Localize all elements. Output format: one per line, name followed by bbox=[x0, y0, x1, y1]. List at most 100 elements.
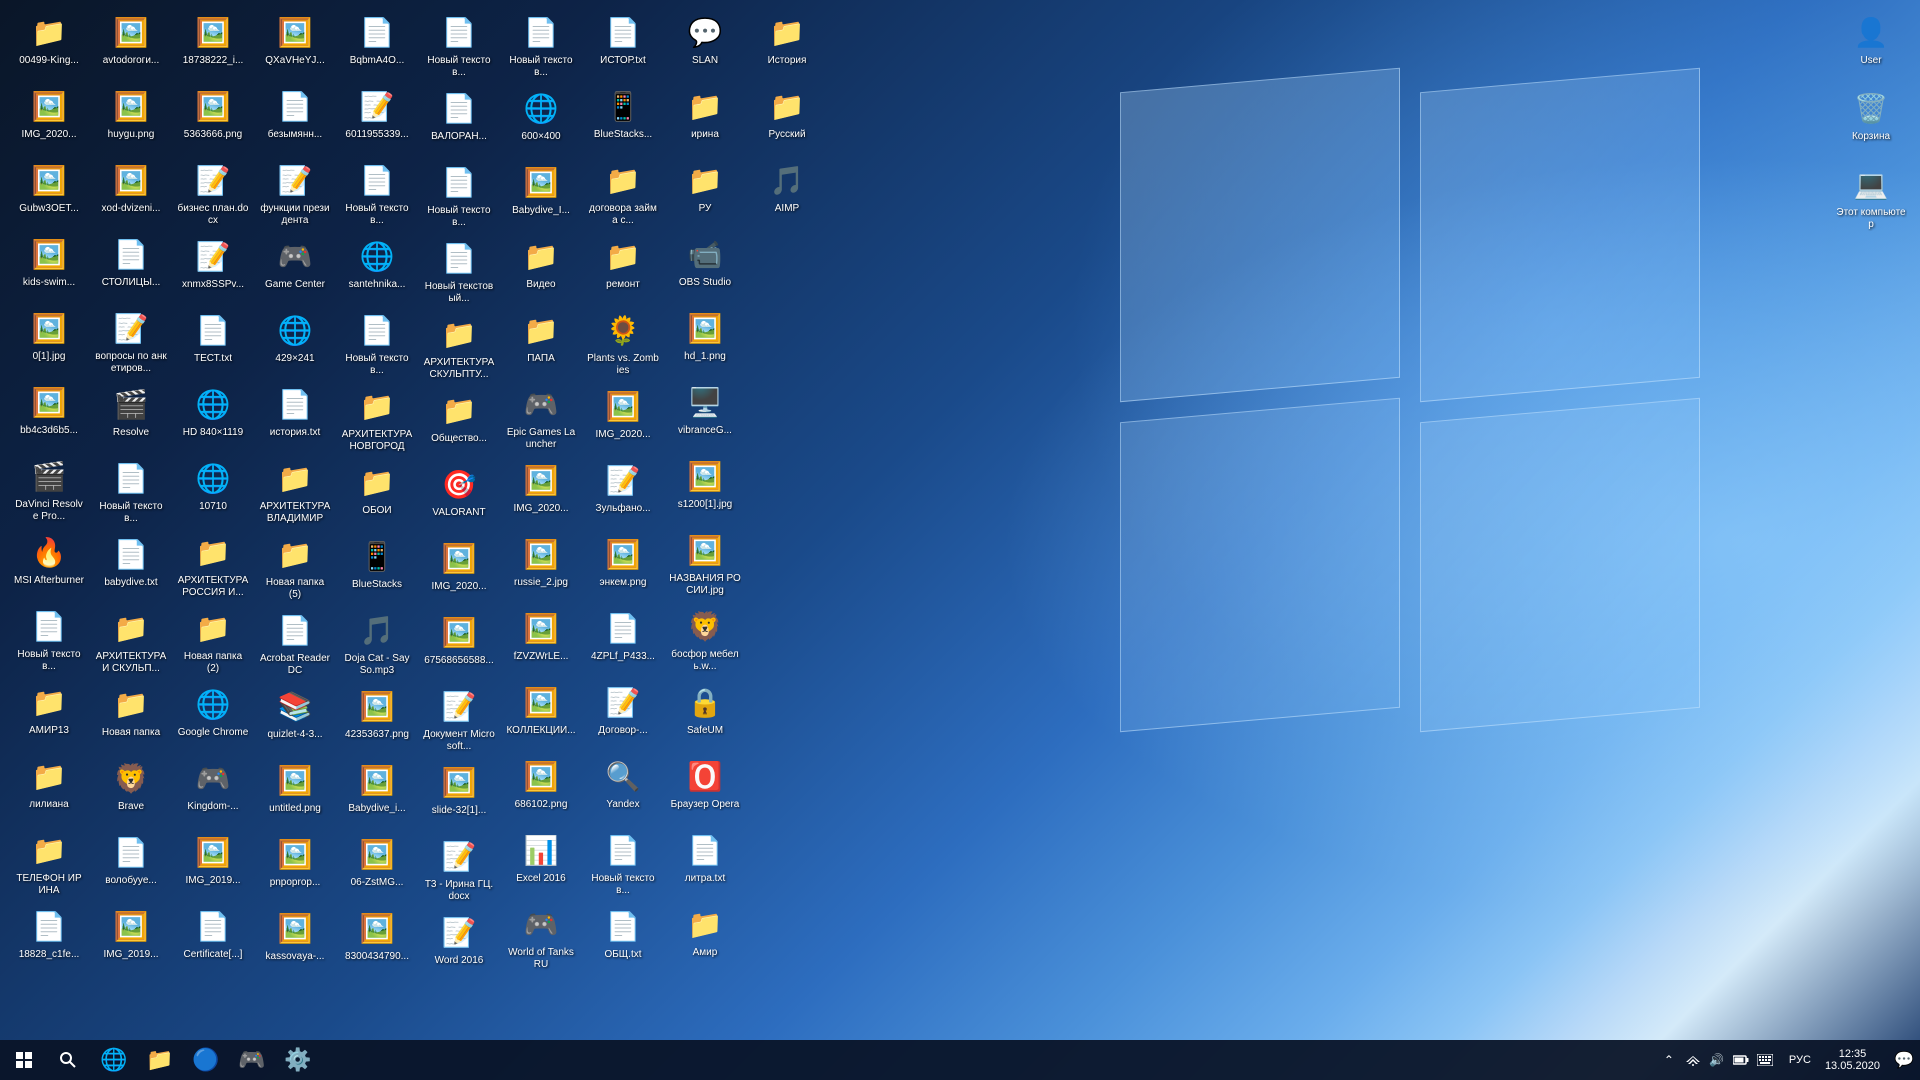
desktop-icon-nazvaniya[interactable]: 🖼️ НАЗВАНИЯ РОСИИ.jpg bbox=[665, 527, 745, 601]
desktop-icon-686102[interactable]: 🖼️ 686102.png bbox=[501, 753, 581, 825]
desktop-icon-ru[interactable]: 📁 РУ bbox=[665, 157, 745, 229]
system-clock[interactable]: 12:35 13.05.2020 bbox=[1817, 1048, 1888, 1072]
desktop-icon-video[interactable]: 📁 Видео bbox=[501, 233, 581, 305]
desktop-icon-8300434790[interactable]: 🖼️ 8300434790... bbox=[337, 905, 417, 977]
desktop-icon-quizlet[interactable]: 📚 quizlet-4-3... bbox=[255, 683, 335, 755]
notification-center[interactable]: 💬 bbox=[1888, 1040, 1920, 1080]
desktop-icon-slide-32[interactable]: 🖼️ slide-32[1]... bbox=[419, 759, 499, 831]
desktop-icon-img_2019_2[interactable]: 🖼️ IMG_2019... bbox=[173, 829, 253, 901]
desktop-icon-dogovor-zaima[interactable]: 📁 договора займа с... bbox=[583, 157, 663, 231]
desktop-icon-arhit-russia[interactable]: 📁 АРХИТЕКТУРА РОССИЯ И... bbox=[173, 529, 253, 603]
desktop-icon-fzvzwrle[interactable]: 🖼️ fZVZWrLE... bbox=[501, 605, 581, 677]
desktop-icon-18828_c1fe[interactable]: 📄 18828_c1fe... bbox=[9, 903, 89, 975]
taskbar-app-explorer[interactable]: 📁 bbox=[138, 1041, 182, 1079]
desktop-icon-telefon-irina[interactable]: 📁 ТЕЛЕФОН ИРИНА bbox=[9, 827, 89, 901]
desktop-icon-67568656588[interactable]: 🖼️ 67568656588... bbox=[419, 609, 499, 681]
desktop-icon-bezimyann[interactable]: 📄 безымянн... bbox=[255, 83, 335, 155]
desktop-icon-davinci[interactable]: 🎬 DaVinci Resolve Pro... bbox=[9, 453, 89, 527]
search-button[interactable] bbox=[48, 1040, 88, 1080]
taskbar-app-steam[interactable]: 🎮 bbox=[230, 1041, 274, 1079]
desktop-icon-t3-irina[interactable]: 📝 Т3 - Ирина ГЦ.docx bbox=[419, 833, 499, 907]
desktop-icon-istoriya-txt[interactable]: 📄 история.txt bbox=[255, 381, 335, 453]
desktop-icon-acrobat-dc[interactable]: 📄 Acrobat Reader DC bbox=[255, 607, 335, 681]
desktop-icon-new-txt-1[interactable]: 📄 Новый текстов... bbox=[9, 603, 89, 677]
desktop-icon-untitled-png[interactable]: 🖼️ untitled.png bbox=[255, 757, 335, 829]
desktop-icon-kassovaya[interactable]: 🖼️ kassovaya-... bbox=[255, 905, 335, 977]
desktop-icon-russie-2[interactable]: 🖼️ russie_2.jpg bbox=[501, 531, 581, 603]
desktop-icon-slan[interactable]: 💬 SLAN bbox=[665, 9, 745, 81]
desktop-icon-4zplf-p433[interactable]: 📄 4ZPLf_P433... bbox=[583, 605, 663, 677]
desktop-icon-kingdom[interactable]: 🎮 Kingdom-... bbox=[173, 755, 253, 827]
desktop-icon-resolve[interactable]: 🎬 Resolve bbox=[91, 381, 171, 453]
desktop-icon-istor-txt[interactable]: 📄 ИСТОР.txt bbox=[583, 9, 663, 81]
desktop-right-icon-korzina[interactable]: 🗑️ Корзина bbox=[1831, 85, 1911, 157]
desktop-icon-new-txt-5[interactable]: 📄 Новый текстов... bbox=[419, 9, 499, 83]
desktop-icon-dogovor[interactable]: 📝 Договор-... bbox=[583, 679, 663, 751]
desktop-icon-pnpoprop[interactable]: 🖼️ pnpoprop... bbox=[255, 831, 335, 903]
desktop-icon-dokument-ms[interactable]: 📝 Документ Microsoft... bbox=[419, 683, 499, 757]
desktop-icon-new-txt-val[interactable]: 📄 Новый текстовый... bbox=[419, 235, 499, 309]
desktop-icon-new-txt-4[interactable]: 📄 Новый текстов... bbox=[337, 307, 417, 381]
desktop-icon-new-folder-2[interactable]: 📁 Новая папка (2) bbox=[173, 605, 253, 679]
desktop-icon-msi-afterburner[interactable]: 🔥 MSI Afterburner bbox=[9, 529, 89, 601]
desktop-icon-6011955339[interactable]: 📝 6011955339... bbox=[337, 83, 417, 155]
start-button[interactable] bbox=[0, 1040, 48, 1080]
tray-speaker[interactable]: 🔊 bbox=[1707, 1050, 1727, 1070]
desktop-icon-russky[interactable]: 📁 Русский bbox=[747, 83, 827, 155]
desktop-icon-kollekcii[interactable]: 🖼️ КОЛЛЕКЦИИ... bbox=[501, 679, 581, 751]
taskbar-app-edge[interactable]: 🌐 bbox=[92, 1041, 136, 1079]
desktop-icon-papa[interactable]: 📁 ПАПА bbox=[501, 307, 581, 379]
desktop-icon-arhit-novgorod[interactable]: 📁 АРХИТЕКТУРА НОВГОРОД bbox=[337, 383, 417, 457]
desktop-icon-0-1-jpg[interactable]: 🖼️ 0[1].jpg bbox=[9, 305, 89, 377]
desktop-icon-img_2020_4[interactable]: 🖼️ IMG_2020... bbox=[583, 383, 663, 455]
tray-keyboard[interactable] bbox=[1755, 1050, 1775, 1070]
desktop-right-icon-etot-komputer[interactable]: 💻 Этот компьютер bbox=[1831, 161, 1911, 235]
desktop-icon-qxavheyv[interactable]: 🖼️ QXaVHeYJ... bbox=[255, 9, 335, 81]
desktop-icon-plants-vs-zombies[interactable]: 🌻 Plants vs. Zombies bbox=[583, 307, 663, 381]
desktop-icon-s1200-1[interactable]: 🖼️ s1200[1].jpg bbox=[665, 453, 745, 525]
desktop-icon-arhit-vladimir[interactable]: 📁 АРХИТЕКТУРА ВЛАДИМИР bbox=[255, 455, 335, 529]
desktop-icon-game-center[interactable]: 🎮 Game Center bbox=[255, 233, 335, 305]
taskbar-app-chrome[interactable]: 🔵 bbox=[184, 1041, 228, 1079]
desktop-icon-func-prezident[interactable]: 📝 функции президента bbox=[255, 157, 335, 231]
desktop-icon-brauser-opera[interactable]: 🅾️ Браузер Opera bbox=[665, 753, 745, 825]
desktop-icon-amir13[interactable]: 📁 АМИР13 bbox=[9, 679, 89, 751]
desktop-icon-xnmx8sspv[interactable]: 📝 xnmx8SSPv... bbox=[173, 233, 253, 305]
desktop-icon-certificate[interactable]: 📄 Certificate[...] bbox=[173, 903, 253, 975]
desktop-right-icon-user[interactable]: 👤 User bbox=[1831, 9, 1911, 81]
tray-battery[interactable] bbox=[1731, 1050, 1751, 1070]
desktop-icon-biznes-plan[interactable]: 📝 бизнес план.docx bbox=[173, 157, 253, 231]
desktop-icon-liliana[interactable]: 📁 лилиана bbox=[9, 753, 89, 825]
desktop-icon-obshest[interactable]: 📁 Общество... bbox=[419, 387, 499, 459]
desktop-icon-valorant[interactable]: 🎯 VALORANT bbox=[419, 461, 499, 533]
desktop-icon-babydive-txt[interactable]: 📄 babydive.txt bbox=[91, 531, 171, 603]
desktop-icon-bb4c3d6b5[interactable]: 🖼️ bb4c3d6b5... bbox=[9, 379, 89, 451]
desktop-icon-429x241[interactable]: 🌐 429×241 bbox=[255, 307, 335, 379]
desktop-icon-new-txt-8[interactable]: 📄 Новый текстов... bbox=[583, 827, 663, 901]
desktop-icon-bluestacks2[interactable]: 📱 BlueStacks... bbox=[583, 83, 663, 155]
taskbar-app-settings[interactable]: ⚙️ bbox=[276, 1041, 320, 1079]
desktop-icon-bosfour[interactable]: 🦁 босфор мебель.w... bbox=[665, 603, 745, 677]
desktop-icon-oboi[interactable]: 📁 ОБОИ bbox=[337, 459, 417, 531]
desktop-icon-istoriya[interactable]: 📁 История bbox=[747, 9, 827, 81]
desktop-icon-world-of-tanks[interactable]: 🎮 World of Tanks RU bbox=[501, 901, 581, 975]
desktop-icon-600x400[interactable]: 🌐 600×400 bbox=[501, 85, 581, 157]
desktop-icon-10710[interactable]: 🌐 10710 bbox=[173, 455, 253, 527]
desktop-icon-arhit-skulp[interactable]: 📁 АРХИТЕКТУРА И СКУЛЬП... bbox=[91, 605, 171, 679]
desktop-icon-obshch-txt[interactable]: 📄 ОБЩ.txt bbox=[583, 903, 663, 975]
desktop-icon-amir[interactable]: 📁 Амир bbox=[665, 901, 745, 973]
desktop-icon-bluestacks[interactable]: 📱 BlueStacks bbox=[337, 533, 417, 605]
tray-chevron[interactable]: ⌃ bbox=[1659, 1050, 1679, 1070]
desktop-icon-litra-txt[interactable]: 📄 литра.txt bbox=[665, 827, 745, 899]
desktop-icon-epic-games[interactable]: 🎮 Epic Games Launcher bbox=[501, 381, 581, 455]
desktop-icon-babydive-i2[interactable]: 🖼️ Babydive_I... bbox=[501, 159, 581, 231]
desktop-icon-new-txt-2[interactable]: 📄 Новый текстов... bbox=[91, 455, 171, 529]
desktop-icon-img_2020_3[interactable]: 🖼️ IMG_2020... bbox=[501, 457, 581, 529]
desktop-icon-obs-studio[interactable]: 📹 OBS Studio bbox=[665, 231, 745, 303]
desktop-icon-bqbma4ao[interactable]: 📄 BqbmA4O... bbox=[337, 9, 417, 81]
desktop-icon-img_2019_1[interactable]: 🖼️ IMG_2019... bbox=[91, 903, 171, 975]
desktop-icon-irina[interactable]: 📁 ирина bbox=[665, 83, 745, 155]
desktop-icon-enkem-png[interactable]: 🖼️ энкем.png bbox=[583, 531, 663, 603]
desktop-icon-zulfano[interactable]: 📝 Зульфано... bbox=[583, 457, 663, 529]
desktop-icon-brave[interactable]: 🦁 Brave bbox=[91, 755, 171, 827]
